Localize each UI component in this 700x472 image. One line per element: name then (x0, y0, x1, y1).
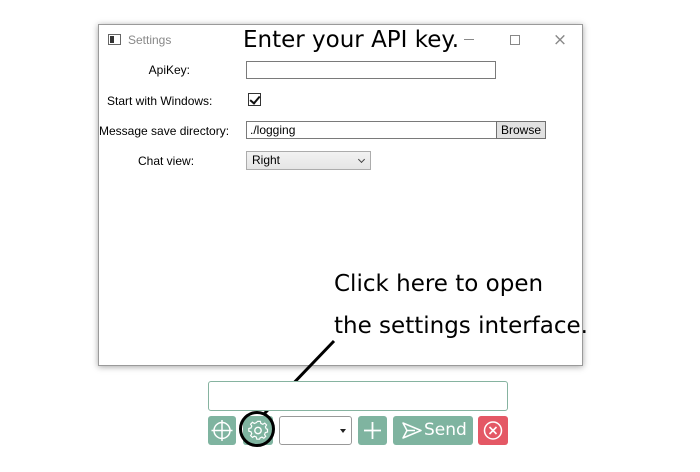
plus-icon (364, 422, 381, 439)
send-icon (402, 422, 422, 439)
crosshair-button[interactable] (208, 416, 236, 445)
send-button[interactable]: Send (393, 416, 473, 445)
cancel-icon (483, 421, 503, 440)
add-button[interactable] (358, 416, 387, 445)
crosshair-icon (211, 420, 233, 441)
send-label: Send (424, 420, 467, 440)
dropdown-arrow-icon (340, 429, 346, 433)
cancel-button[interactable] (478, 416, 508, 445)
settings-highlight-circle (239, 411, 275, 447)
model-dropdown[interactable] (279, 416, 352, 445)
message-input[interactable] (208, 381, 508, 411)
